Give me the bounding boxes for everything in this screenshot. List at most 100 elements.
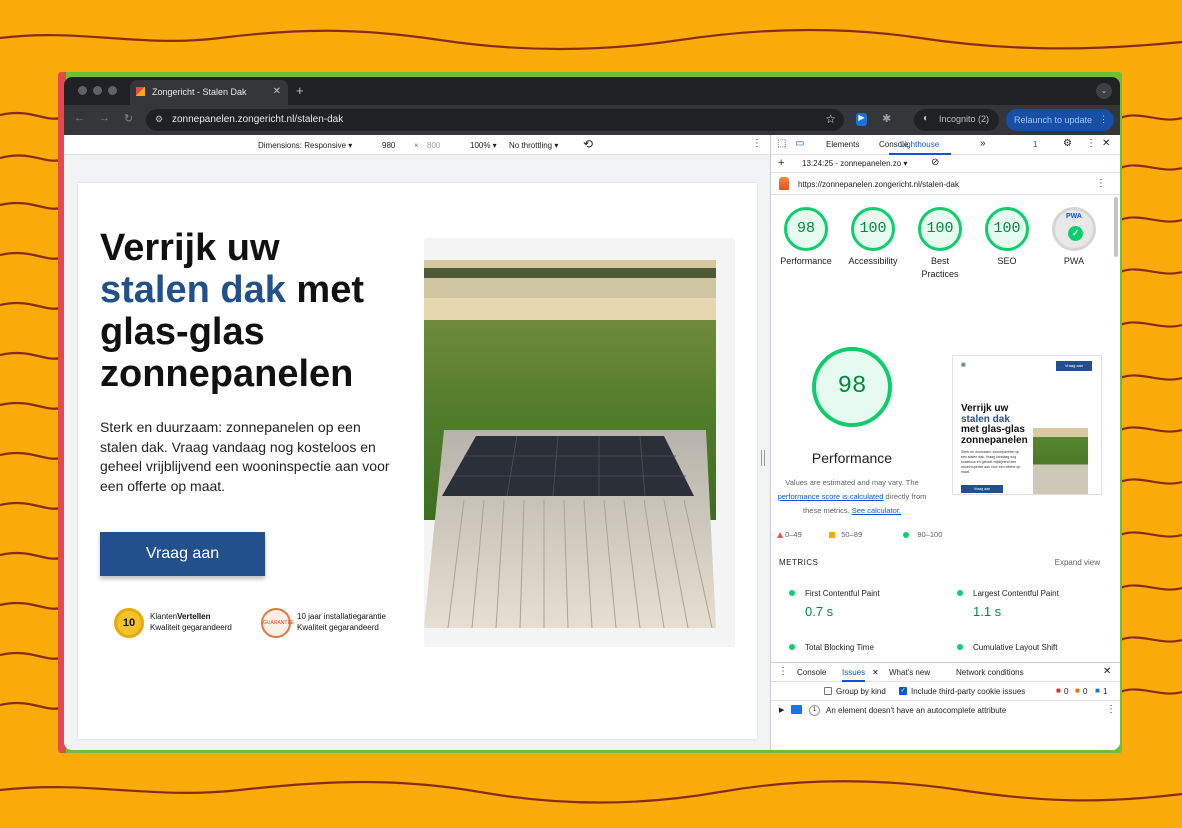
issues-count[interactable]: 1 (1033, 140, 1037, 149)
height-input[interactable]: 800 (427, 141, 440, 150)
score-calculated-link[interactable]: performance score is calculated (778, 492, 884, 501)
close-dot[interactable] (78, 86, 87, 95)
circle-icon (903, 532, 909, 539)
metric-value: 0.7 s (805, 604, 834, 619)
site-info-icon[interactable]: ⚙ (155, 114, 163, 125)
maximize-dot[interactable] (108, 86, 117, 95)
legend-label: 50–89 (841, 530, 863, 539)
address-bar-row: ← → ↻ ⚙ zonnepanelen.zongericht.nl/stale… (64, 105, 1120, 135)
thumb-heading-line: Verrijk uw (961, 403, 1009, 414)
close-issues-tab-icon[interactable]: ✕ (872, 668, 879, 677)
info-issue-icon: ■ (1095, 686, 1100, 695)
zoom-select[interactable]: 100% ▾ (470, 141, 497, 150)
metric-label: Cumulative Layout Shift (973, 643, 1058, 652)
dimensions-select[interactable]: Dimensions: Responsive ▾ (258, 141, 352, 150)
badge1-name-bold: Vertellen (177, 612, 211, 621)
lighthouse-scrollbar[interactable] (1114, 197, 1118, 257)
drawer-tab-network-conditions[interactable]: Network conditions (956, 668, 1024, 677)
tab-lighthouse[interactable]: Lighthouse (900, 140, 939, 149)
devtools-drawer: ⋮ Console Issues ✕ What's new Network co… (771, 662, 1120, 750)
tab-strip: Zongericht - Stalen Dak ✕ + ⌄ (64, 77, 1120, 105)
omnibox[interactable]: ⚙ zonnepanelen.zongericht.nl/stalen-dak … (146, 109, 844, 131)
drawer-tab-console[interactable]: Console (797, 668, 826, 677)
expand-view-toggle[interactable]: Expand view (1055, 558, 1100, 567)
info-count: 1 (1103, 687, 1108, 696)
thumb-logo-icon: ▦ (961, 362, 966, 368)
heading-line-4: zonnepanelen (100, 353, 354, 395)
new-report-icon[interactable]: + (778, 157, 784, 169)
relaunch-button[interactable]: Relaunch to update ⋮ (1006, 109, 1114, 131)
metric-cls: Cumulative Layout Shift (957, 643, 1058, 652)
browser-tab[interactable]: Zongericht - Stalen Dak ✕ (130, 80, 288, 105)
issue-row[interactable]: ▶ 1 An element doesn't have an autocompl… (771, 701, 1120, 721)
favicon-icon (136, 87, 145, 96)
drawer-tab-whats-new[interactable]: What's new (889, 668, 930, 677)
devtools-menu-icon[interactable]: ⋮ (1086, 138, 1096, 149)
heading-line-1: Verrijk uw (100, 227, 280, 269)
third-party-checkbox[interactable]: ✓ (899, 687, 907, 695)
inspect-icon[interactable]: ⬚ (777, 138, 786, 149)
lighthouse-logo-icon (779, 177, 789, 190)
device-toggle-icon[interactable]: ▭ (795, 138, 804, 149)
throttle-select[interactable]: No throttling ▾ (509, 141, 558, 150)
width-input[interactable]: 980 (380, 141, 398, 150)
thumb-photo (1033, 428, 1088, 494)
metric-label: First Contentful Paint (805, 589, 880, 598)
gauge-accessibility[interactable]: 100 Accessibility (837, 207, 909, 268)
close-devtools-icon[interactable]: ✕ (1102, 138, 1110, 149)
group-by-kind-label: Group by kind (836, 687, 886, 696)
new-tab-icon[interactable]: + (296, 83, 304, 98)
close-tab-icon[interactable]: ✕ (273, 86, 281, 97)
tab-elements[interactable]: Elements (826, 140, 859, 149)
expand-arrow-icon[interactable]: ▶ (779, 706, 784, 714)
pass-dot-icon (789, 644, 795, 650)
performance-title: Performance (811, 450, 893, 466)
tab-search-icon[interactable]: ⌄ (1096, 83, 1112, 99)
group-by-kind-checkbox[interactable] (824, 687, 832, 695)
device-menu-icon[interactable]: ⋮ (752, 138, 762, 149)
drawer-menu-icon[interactable]: ⋮ (778, 666, 788, 677)
forward-icon[interactable]: → (99, 112, 110, 125)
vraag-aan-button[interactable]: Vraag aan (100, 532, 265, 576)
issues-toolbar: Group by kind ✓ Include third-party cook… (771, 682, 1120, 701)
gauge-best-practices[interactable]: 100 Best Practices (904, 207, 976, 281)
bookmark-star-icon[interactable]: ☆ (825, 112, 836, 126)
page-screenshot-thumbnail[interactable]: ▦ Vraag aan Verrijk uw stalen dak met gl… (952, 355, 1102, 495)
legend-label: 90–100 (917, 530, 943, 539)
url-text: zonnepanelen.zongericht.nl/stalen-dak (172, 114, 344, 125)
extensions-puzzle-icon[interactable]: ✱ (882, 112, 891, 125)
badge2-sub: Kwaliteit gegarandeerd (297, 623, 379, 632)
kebab-menu-icon[interactable]: ⋮ (1099, 114, 1108, 125)
solar-roof-photo (424, 260, 716, 628)
issue-menu-icon[interactable]: ⋮ (1106, 704, 1116, 715)
extension-icon[interactable]: ▶ (856, 113, 867, 126)
resize-handle-side[interactable] (761, 450, 765, 466)
thumb-heading-line: zonnepanelen (961, 434, 1028, 446)
badge1-name: Klanten (150, 612, 178, 621)
reload-icon[interactable]: ↻ (124, 112, 133, 125)
clear-report-icon[interactable]: ⊘ (931, 157, 939, 168)
gauge-performance[interactable]: 98 Performance (770, 207, 842, 268)
more-tabs-icon[interactable]: » (980, 138, 986, 149)
gauge-label: SEO (997, 256, 1017, 266)
see-calculator-link[interactable]: See calculator. (852, 506, 901, 515)
close-drawer-icon[interactable]: ✕ (1103, 666, 1111, 677)
gauge-seo[interactable]: 100 SEO (971, 207, 1043, 268)
warning-issue-icon: ■ (1075, 686, 1080, 695)
rotate-icon[interactable]: ⟲ (583, 137, 593, 151)
thumb-heading-line: met glas-glas (961, 424, 1025, 435)
check-icon: ✓ (1068, 226, 1083, 241)
report-menu-icon[interactable]: ⋮ (1096, 178, 1106, 189)
minimize-dot[interactable] (93, 86, 102, 95)
back-icon[interactable]: ← (74, 112, 85, 125)
gauge-pwa[interactable]: PWA ✓ PWA (1038, 207, 1110, 268)
settings-gear-icon[interactable]: ⚙ (1063, 138, 1072, 149)
hero-lead-text: Sterk en duurzaam: zonnepanelen op een s… (100, 419, 390, 494)
heading-line-3: glas-glas (100, 311, 265, 353)
report-selector[interactable]: 13:24:25 - zonnepanelen.zo ▾ (802, 159, 907, 168)
incognito-indicator[interactable]: ◐ Incognito (2) (914, 109, 1000, 131)
klanten-vertellen-badge[interactable]: 10 KlantenVertellen Kwaliteit gegarandee… (114, 608, 232, 638)
window-controls[interactable] (78, 86, 117, 95)
pass-dot-icon (957, 644, 963, 650)
drawer-tab-issues[interactable]: Issues (842, 668, 866, 682)
